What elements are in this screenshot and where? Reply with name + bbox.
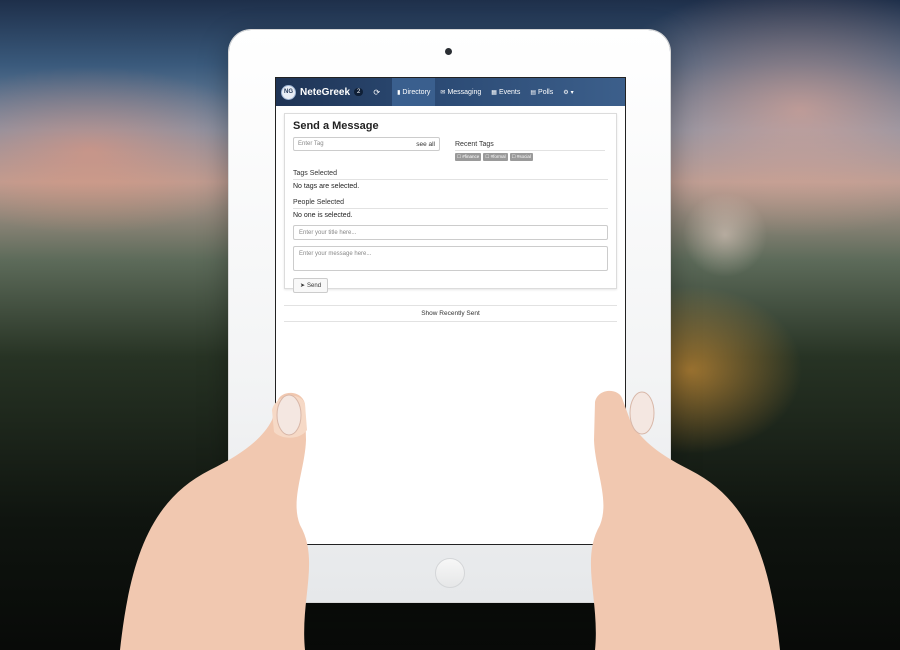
right-thumbnail bbox=[629, 391, 655, 435]
hands-illustration bbox=[120, 390, 780, 650]
left-thumbnail bbox=[276, 394, 302, 436]
right-hand bbox=[590, 390, 780, 650]
